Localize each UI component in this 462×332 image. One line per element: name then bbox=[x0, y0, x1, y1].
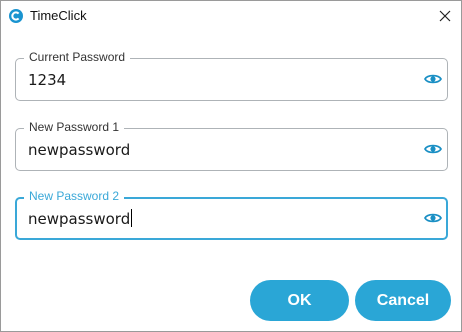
close-icon bbox=[439, 10, 451, 22]
dialog-window: TimeClick Current Password 1234 New Pass… bbox=[0, 0, 462, 332]
app-logo-icon bbox=[9, 9, 23, 23]
eye-icon[interactable] bbox=[424, 72, 442, 86]
new-password-2-value: newpassword bbox=[28, 210, 131, 228]
new-password-2-field[interactable]: New Password 2 newpassword bbox=[15, 189, 448, 240]
window-title: TimeClick bbox=[30, 8, 87, 23]
eye-icon[interactable] bbox=[424, 211, 442, 225]
close-button[interactable] bbox=[429, 1, 461, 31]
eye-icon[interactable] bbox=[424, 142, 442, 156]
new-password-2-input[interactable]: newpassword bbox=[28, 209, 408, 229]
title-bar[interactable]: TimeClick bbox=[1, 1, 461, 31]
current-password-label: Current Password bbox=[24, 50, 131, 65]
cancel-button[interactable]: Cancel bbox=[355, 280, 451, 321]
new-password-1-field[interactable]: New Password 1 newpassword bbox=[15, 120, 448, 171]
new-password-1-input[interactable]: newpassword bbox=[28, 140, 408, 160]
current-password-field[interactable]: Current Password 1234 bbox=[15, 50, 448, 101]
new-password-2-label: New Password 2 bbox=[24, 189, 125, 204]
new-password-1-label: New Password 1 bbox=[24, 120, 125, 135]
current-password-input[interactable]: 1234 bbox=[28, 70, 408, 90]
ok-button[interactable]: OK bbox=[250, 280, 349, 321]
text-caret bbox=[131, 209, 133, 227]
